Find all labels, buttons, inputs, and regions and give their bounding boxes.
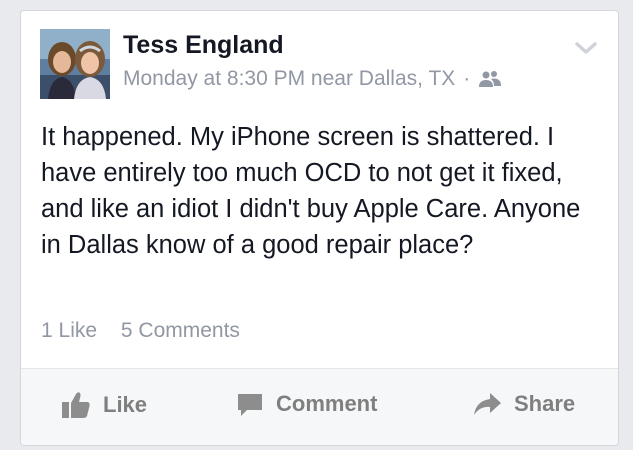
- author-name[interactable]: Tess England: [123, 31, 284, 60]
- like-label: Like: [103, 392, 148, 417]
- share-label: Share: [514, 391, 576, 416]
- post-meta: Monday at 8:30 PM near Dallas, TX ·: [123, 67, 502, 91]
- share-arrow-icon: [474, 393, 501, 415]
- friends-icon[interactable]: [478, 69, 502, 89]
- comment-button[interactable]: Comment: [236, 391, 377, 417]
- action-bar: Like Comment Share: [21, 369, 618, 445]
- post-timestamp[interactable]: Monday at 8:30 PM near Dallas, TX: [123, 67, 455, 91]
- profile-photo: [40, 29, 110, 99]
- comment-label: Comment: [276, 391, 378, 416]
- like-button[interactable]: Like: [61, 391, 147, 419]
- comments-count[interactable]: 5 Comments: [121, 319, 240, 342]
- post-stats: 1 Like 5 Comments: [41, 319, 240, 343]
- chevron-down-icon[interactable]: [574, 39, 598, 57]
- likes-count[interactable]: 1 Like: [41, 319, 97, 342]
- avatar[interactable]: [40, 29, 110, 99]
- post-card: Tess England Monday at 8:30 PM near Dall…: [20, 10, 619, 446]
- meta-separator: ·: [463, 67, 471, 90]
- post-text: It happened. My iPhone screen is shatter…: [41, 123, 581, 259]
- share-button[interactable]: Share: [472, 391, 575, 417]
- speech-bubble-icon: [238, 394, 262, 416]
- thumbs-up-icon: [62, 392, 90, 418]
